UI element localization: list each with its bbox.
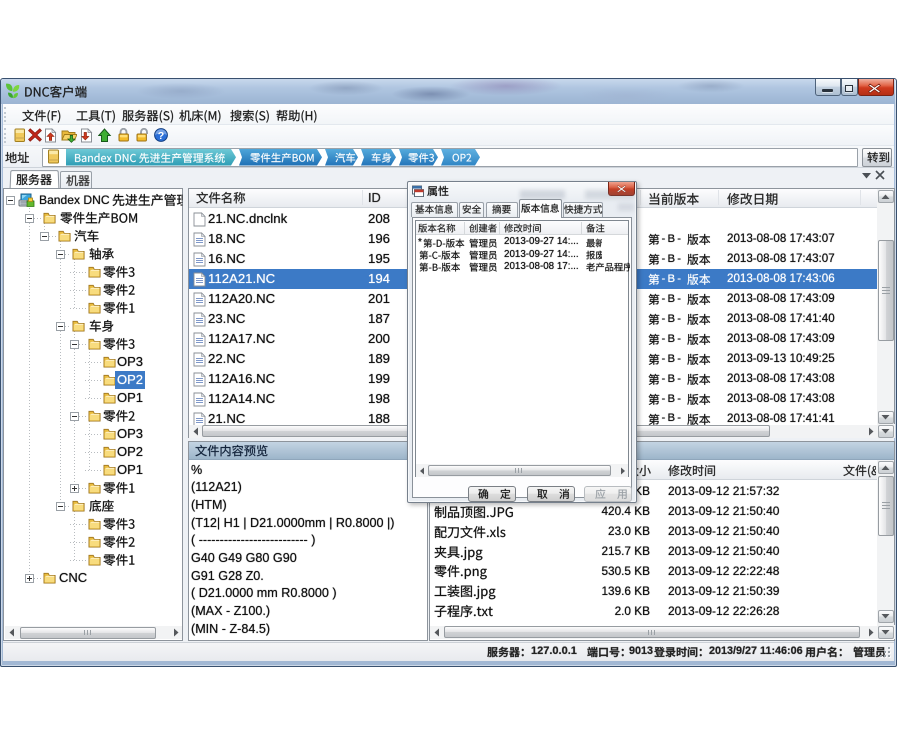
svg-text:?: ?: [158, 130, 164, 142]
